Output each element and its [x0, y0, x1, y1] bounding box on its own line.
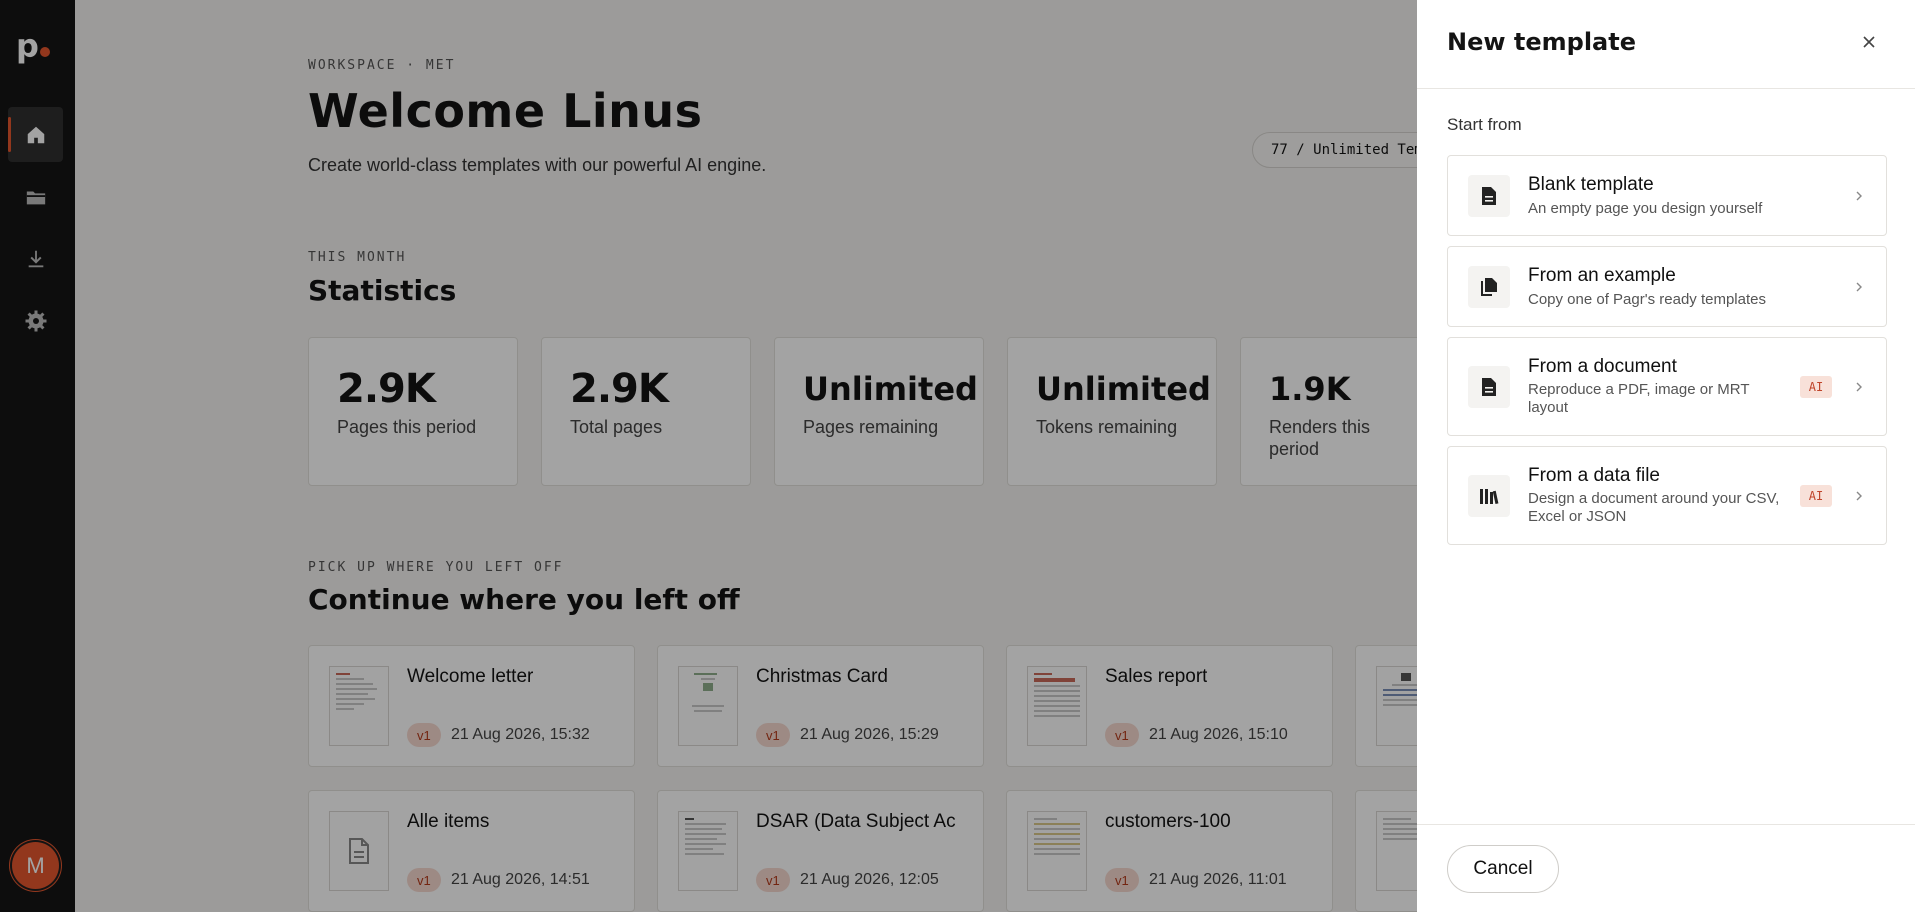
- option-description: Design a document around your CSV, Excel…: [1528, 490, 1780, 525]
- library-books-icon: [1480, 489, 1499, 505]
- document-icon: [1482, 378, 1496, 396]
- chevron-right-icon: [1856, 382, 1862, 392]
- chevron-right-icon: [1856, 282, 1862, 292]
- option-title: From a data file: [1528, 465, 1660, 486]
- option-title: From an example: [1528, 265, 1676, 286]
- opt-icon-wrap: [1468, 475, 1510, 517]
- option-description: An empty page you design yourself: [1528, 200, 1763, 217]
- chevron-right-icon: [1856, 491, 1862, 501]
- document-icon: [1482, 187, 1496, 205]
- option-from-data-file[interactable]: From a data file Design a document aroun…: [1447, 446, 1887, 545]
- chevron-right-icon: [1856, 191, 1862, 201]
- option-description: Reproduce a PDF, image or MRT layout: [1528, 381, 1750, 416]
- opt-icon-wrap: [1468, 175, 1510, 217]
- option-from-document[interactable]: From a document Reproduce a PDF, image o…: [1447, 337, 1887, 436]
- modal-backdrop[interactable]: [0, 0, 1417, 912]
- header-divider: [1417, 88, 1915, 89]
- ai-badge: AI: [1800, 485, 1832, 507]
- footer-divider: [1417, 824, 1915, 825]
- copy-documents-icon: [1481, 278, 1497, 296]
- option-blank-template[interactable]: Blank template An empty page you design …: [1447, 155, 1887, 236]
- option-title: Blank template: [1528, 174, 1654, 195]
- close-button[interactable]: [1853, 26, 1885, 58]
- option-title: From a document: [1528, 356, 1677, 377]
- close-icon: [1863, 36, 1875, 48]
- start-from-label: Start from: [1447, 115, 1522, 134]
- ai-badge: AI: [1800, 376, 1832, 398]
- opt-icon-wrap: [1468, 366, 1510, 408]
- drawer-title: New template: [1447, 28, 1636, 56]
- cancel-button[interactable]: Cancel: [1447, 845, 1559, 893]
- opt-icon-wrap: [1468, 266, 1510, 308]
- new-template-drawer: New template Start from Blank template A…: [1417, 0, 1915, 912]
- option-description: Copy one of Pagr's ready templates: [1528, 291, 1766, 308]
- option-from-example[interactable]: From an example Copy one of Pagr's ready…: [1447, 246, 1887, 327]
